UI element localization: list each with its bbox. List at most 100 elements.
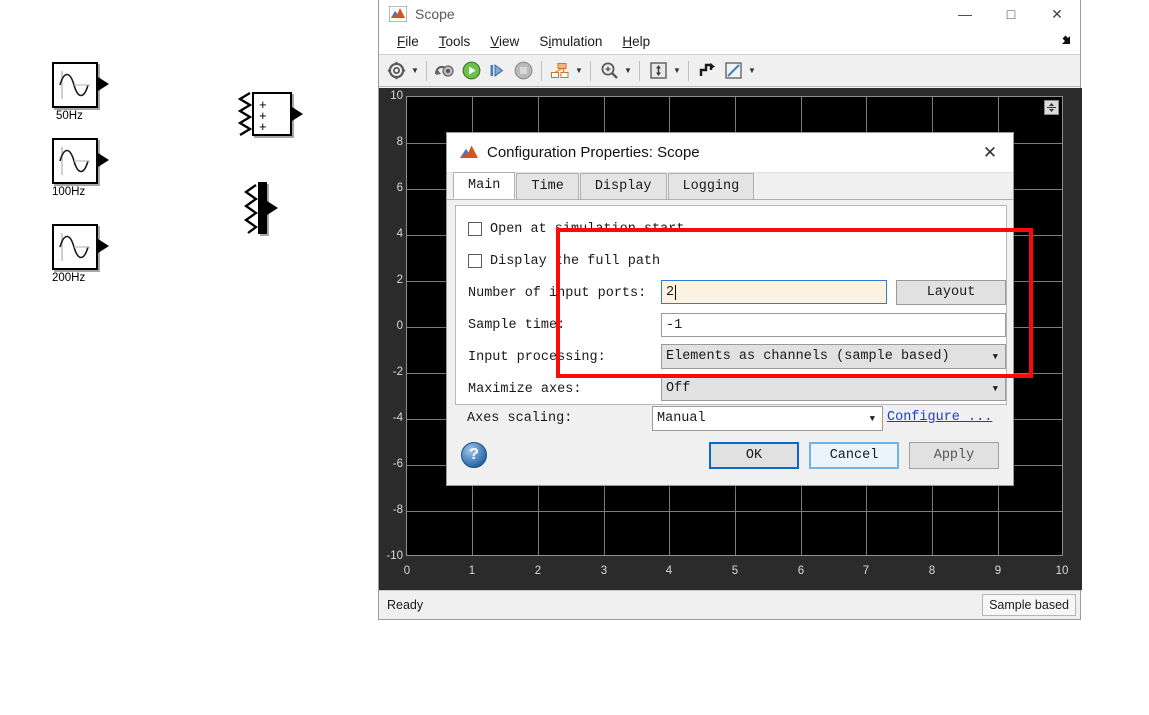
chevron-down-icon[interactable]: ▼ [622,58,634,84]
scope-titlebar[interactable]: Scope — □ ✕ [379,0,1080,28]
help-icon[interactable]: ? [461,442,487,468]
run-icon[interactable] [458,58,484,84]
label-open-at-simulation-start: Open at simulation start [490,221,685,237]
ok-button[interactable]: OK [709,441,799,469]
input-processing-dropdown[interactable]: Elements as channels (sample based) ▼ [661,344,1006,369]
step-forward-icon[interactable] [484,58,510,84]
signal-selection-icon[interactable] [547,58,573,84]
row-open-at-simulation-start[interactable]: Open at simulation start [468,216,684,242]
row-sample-time: Sample time: [468,312,658,338]
toolbar-separator [426,60,427,81]
text-caret [675,284,677,300]
apply-button-label: Apply [933,447,975,463]
checkbox-open-at-simulation-start[interactable] [468,222,482,236]
maximize-axes-dropdown[interactable]: Off ▼ [661,376,1006,401]
menu-view[interactable]: View [480,32,529,51]
sine-wave-icon [52,138,98,184]
menu-help[interactable]: Help [612,32,660,51]
y-tick-label: -6 [392,458,403,470]
expand-arrow-icon[interactable] [1059,34,1072,50]
legend-icon[interactable] [694,58,720,84]
x-tick-label: 6 [797,565,805,577]
dialog-main-panel: Open at simulation start Display the ful… [455,205,1007,405]
menu-file[interactable]: File [387,32,429,51]
label-input-processing: Input processing: [468,349,606,365]
measurements-icon[interactable] [720,58,746,84]
stop-icon[interactable] [510,58,536,84]
apply-button[interactable]: Apply [909,441,999,469]
layout-button[interactable]: Layout [896,280,1006,305]
tab-display[interactable]: Display [579,173,667,199]
configure-link[interactable]: Configure ... [887,410,992,425]
output-port-icon[interactable] [98,153,109,167]
zoom-in-icon[interactable] [596,58,622,84]
maximize-icon[interactable]: □ [988,0,1034,28]
autoscale-icon[interactable] [645,58,671,84]
row-display-the-full-path[interactable]: Display the full path [468,248,660,274]
checkbox-display-the-full-path[interactable] [468,254,482,268]
x-tick-label: 1 [468,565,476,577]
row-maximize-axes: Maximize axes: [468,376,658,402]
x-tick-label: 10 [1055,565,1069,577]
chevron-down-icon[interactable]: ▼ [573,58,585,84]
simulink-link-icon[interactable] [432,58,458,84]
label-axes-scaling: Axes scaling: [467,411,573,426]
output-port-icon[interactable] [267,201,278,215]
label-maximize-axes: Maximize axes: [468,381,582,397]
number-of-input-ports-value: 2 [666,284,675,300]
chevron-down-icon[interactable]: ▼ [870,414,878,424]
sine-wave-icon [52,62,98,108]
label-sample-time: Sample time: [468,317,566,333]
maximize-axes-value: Off [666,381,691,396]
x-tick-label: 2 [534,565,542,577]
minimize-icon[interactable]: — [942,0,988,28]
block-label-sine-200hz: 200Hz [52,272,86,284]
dialog-titlebar[interactable]: Configuration Properties: Scope ✕ [447,133,1013,173]
output-port-icon[interactable] [98,239,109,253]
axes-scaling-value: Manual [657,411,706,426]
chevron-down-icon[interactable]: ▼ [993,352,1001,362]
block-label-sine-100hz: 100Hz [52,186,86,198]
chevron-down-icon[interactable]: ▼ [993,384,1001,394]
y-tick-label: 8 [396,136,403,148]
scope-toolbar: ▼ ▼ ▼ ▼ ▼ [379,55,1080,87]
expand-axes-icon[interactable] [1044,100,1059,115]
menu-tools[interactable]: Tools [429,32,481,51]
chevron-down-icon[interactable]: ▼ [671,58,683,84]
configuration-properties-dialog: Configuration Properties: Scope ✕ Main T… [446,132,1014,486]
menu-simulation[interactable]: Simulation [529,32,612,51]
close-icon[interactable]: ✕ [967,133,1013,173]
label-display-the-full-path: Display the full path [490,253,661,269]
status-text: Ready [387,598,424,612]
y-tick-label: -10 [386,550,403,562]
tab-time[interactable]: Time [516,173,579,199]
toolbar-separator [688,60,689,81]
toolbar-separator [541,60,542,81]
output-port-icon[interactable] [292,107,303,121]
configuration-properties-icon[interactable] [383,58,409,84]
input-processing-value: Elements as channels (sample based) [666,349,950,364]
close-icon[interactable]: ✕ [1034,0,1080,28]
dialog-tabs: Main Time Display Logging [447,172,1013,200]
chevron-down-icon[interactable]: ▼ [409,58,421,84]
status-badge[interactable]: Sample based [982,594,1076,616]
y-tick-label: 2 [396,274,403,286]
y-tick-label: 4 [396,228,403,240]
chevron-down-icon[interactable]: ▼ [746,58,758,84]
cancel-button[interactable]: Cancel [809,441,899,469]
number-of-input-ports-input[interactable]: 2 [661,280,887,304]
x-tick-label: 9 [994,565,1002,577]
scope-title: Scope [415,6,455,22]
dialog-action-buttons: OK Cancel Apply [699,441,999,469]
matlab-logo-icon [388,5,408,23]
x-tick-label: 7 [862,565,870,577]
sum-sign-3: + [259,119,267,134]
ok-button-label: OK [745,447,763,463]
window-controls: — □ ✕ [942,0,1080,28]
sample-time-input[interactable]: -1 [661,313,1006,337]
mux-block-icon [258,182,267,234]
output-port-icon[interactable] [98,77,109,91]
tab-main[interactable]: Main [453,172,516,199]
tab-logging[interactable]: Logging [667,173,755,199]
row-input-processing: Input processing: [468,344,658,370]
